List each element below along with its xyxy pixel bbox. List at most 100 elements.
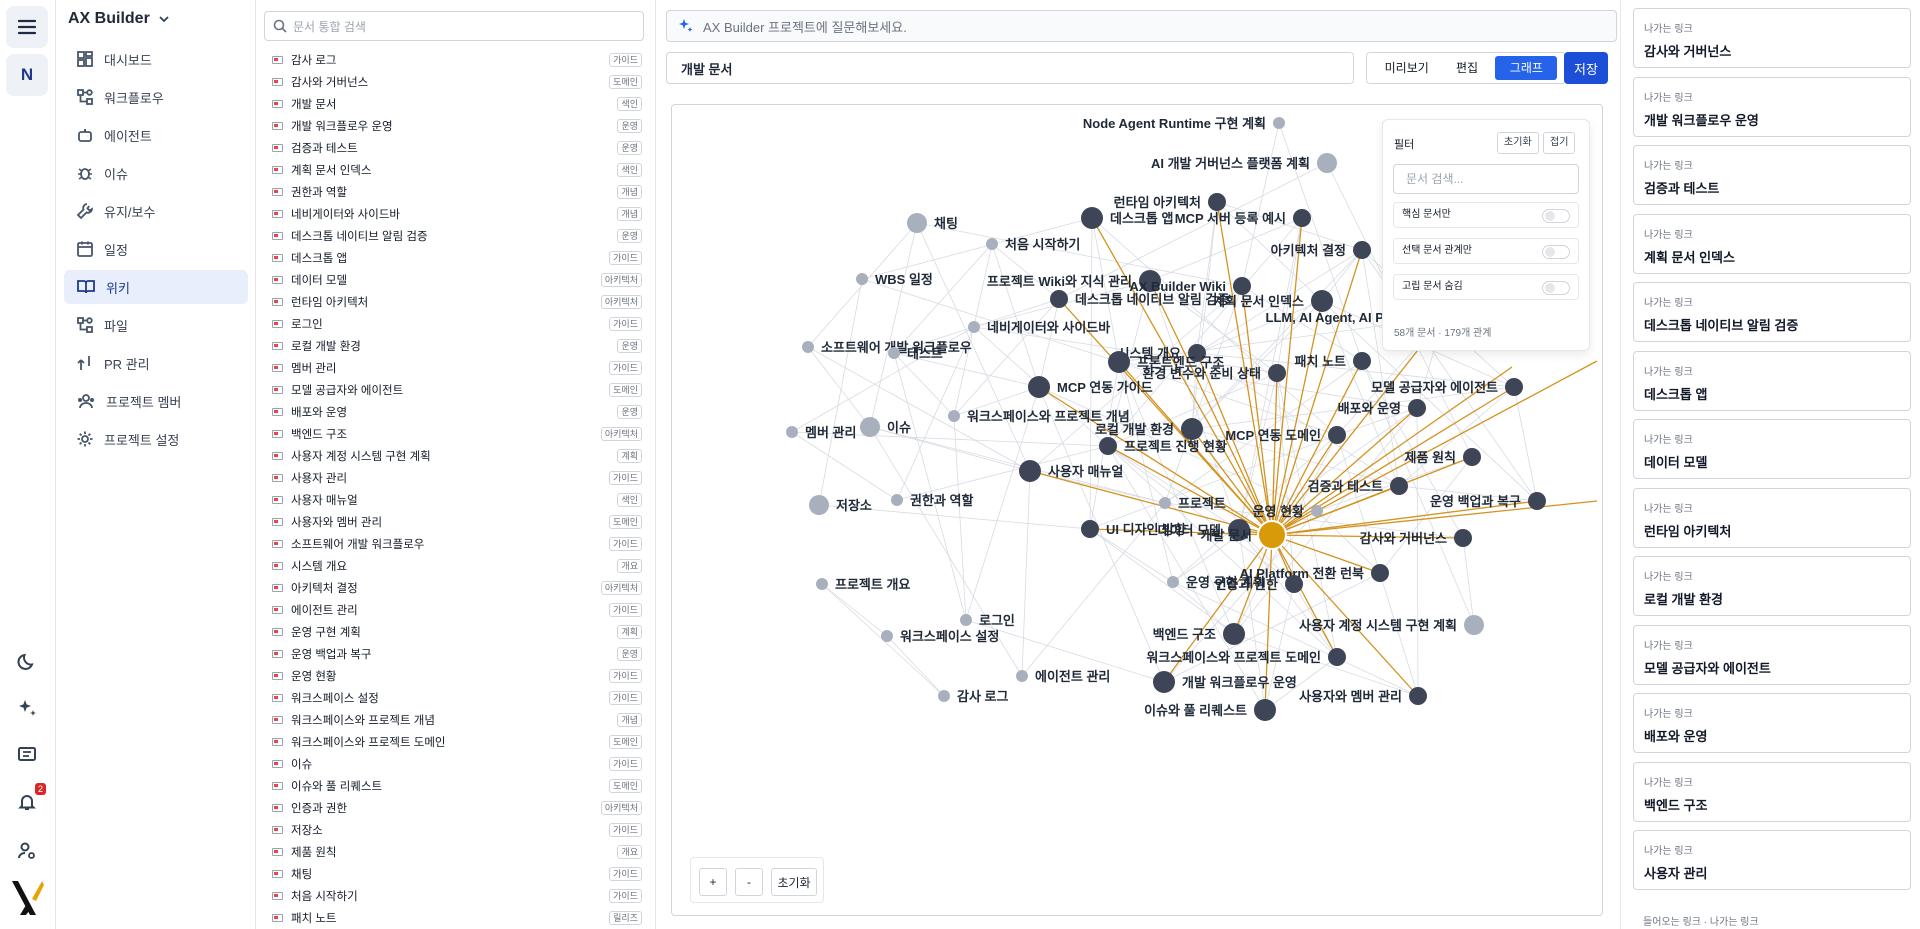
filter-selected-relations[interactable]: 선택 문서 관계만 [1393,238,1579,264]
doc-list-item[interactable]: 로그인 가이드 [256,313,652,335]
doc-list-item[interactable]: 운영 현황 가이드 [256,665,652,687]
zoom-reset-button[interactable]: 초기화 [771,868,817,896]
graph-node-dot[interactable] [1081,207,1103,229]
doc-list-item[interactable]: 사용자 매뉴얼 색인 [256,489,652,511]
sidebar-item-4[interactable]: 이슈 [64,156,248,190]
graph-node[interactable]: 사용자 계정 시스템 구현 계획 [1299,615,1484,635]
graph-node[interactable]: MCP 연동 도메인 [1225,426,1346,444]
graph-node[interactable]: 데스크톱 네이티브 알림 검증 [1050,290,1229,308]
outgoing-link-card[interactable]: 나가는 링크 모델 공급자와 에이전트 [1633,624,1911,685]
graph-node-dot[interactable] [948,410,960,422]
graph-node-dot[interactable] [1153,671,1175,693]
graph-node[interactable]: AI 개발 거버넌스 플랫폼 계획 [1151,153,1337,173]
sidebar-item-8[interactable]: 파일 [64,308,248,342]
filter-collapse-button[interactable]: 접기 [1543,132,1576,154]
graph-node-dot[interactable] [1208,193,1226,211]
graph-node[interactable]: 권한과 역할 [891,493,973,508]
doc-list-item[interactable]: 운영 백업과 복구 운영 [256,643,652,665]
graph-node-dot[interactable] [1463,448,1481,466]
doc-list-item[interactable]: 권한과 역할 개념 [256,181,652,203]
graph-node[interactable]: 데스크톱 앱 [1081,207,1173,229]
menu-icon[interactable] [6,6,48,48]
outgoing-link-card[interactable]: 나가는 링크 백엔드 구조 [1633,761,1911,822]
graph-center-dot[interactable] [1257,520,1287,550]
graph-node[interactable]: 저장소 [809,495,872,515]
graph-node[interactable]: 제품 원칙 [1405,448,1481,466]
graph-node[interactable]: WBS 일정 [856,272,933,287]
doc-list-item[interactable]: 사용자 관리 가이드 [256,467,652,489]
sidebar-item-11[interactable]: 프로젝트 설정 [64,422,248,456]
graph-node-dot[interactable] [1223,623,1245,645]
sidebar-item-7[interactable]: 위키 [64,270,248,304]
outgoing-link-card[interactable]: 나가는 링크 개발 워크플로우 운영 [1633,76,1911,137]
outgoing-link-card[interactable]: 나가는 링크 감사와 거버넌스 [1633,8,1911,68]
zoom-out-button[interactable]: - [735,868,763,896]
hide-isolated-toggle[interactable] [1542,281,1570,295]
user-settings-icon[interactable] [6,830,48,872]
outgoing-link-card[interactable]: 나가는 링크 계획 문서 인덱스 [1633,213,1911,274]
doc-list-item[interactable]: 검증과 테스트 운영 [256,137,652,159]
doc-list-item[interactable]: 인증과 권한 아키텍처 [256,797,652,819]
graph-node-dot[interactable] [1108,351,1130,373]
graph-node[interactable]: 계획 문서 인덱스 [1213,290,1333,312]
graph-node[interactable]: 프로젝트 개요 [816,577,910,592]
doc-list-item[interactable]: 에이전트 관리 가이드 [256,599,652,621]
doc-list-item[interactable]: 워크스페이스 설정 가이드 [256,687,652,709]
doc-list-item[interactable]: 백엔드 구조 아키텍처 [256,423,652,445]
filter-reset-button[interactable]: 초기화 [1497,132,1539,154]
graph-node-dot[interactable] [1505,378,1523,396]
doc-list-item[interactable]: 네비게이터와 사이드바 개념 [256,203,652,225]
graph-node-dot[interactable] [816,578,828,590]
graph-node-dot[interactable] [1409,687,1427,705]
graph-node[interactable]: 아키텍처 결정 [1271,241,1371,259]
graph-node[interactable]: Node Agent Runtime 구현 계획 [1083,116,1285,131]
ai-sparkle-icon[interactable] [6,687,48,729]
graph-node-dot[interactable] [1268,364,1286,382]
graph-node-dot[interactable] [1353,352,1371,370]
graph-node-dot[interactable] [1159,497,1171,509]
doc-search-input[interactable]: 문서 통합 검색 [264,11,644,41]
graph-node[interactable]: 인증과 권한 [1215,575,1303,593]
doc-list-item[interactable]: 데이터 모델 아키텍처 [256,269,652,291]
graph-node-dot[interactable] [1328,648,1346,666]
graph-node-dot[interactable] [1371,564,1389,582]
graph-node-dot[interactable] [1233,277,1251,295]
graph-node[interactable]: 이슈와 풀 리퀘스트 [1144,699,1276,721]
graph-node[interactable]: 이슈 [860,417,911,437]
doc-list-item[interactable]: 이슈 가이드 [256,753,652,775]
graph-node-dot[interactable] [907,213,927,233]
graph-node[interactable]: 워크스페이스 설정 [881,629,999,644]
doc-list-item[interactable]: 저장소 가이드 [256,819,652,841]
graph-node-dot[interactable] [1353,241,1371,259]
graph-node[interactable]: 채팅 [907,213,958,233]
graph-node-dot[interactable] [1273,117,1285,129]
graph-node[interactable]: 감사 로그 [938,689,1008,704]
sidebar-item-6[interactable]: 일정 [64,232,248,266]
doc-list-item[interactable]: 시스템 개요 개요 [256,555,652,577]
doc-list-item[interactable]: 감사와 거버넌스 도메인 [256,71,652,93]
graph-node[interactable]: 검증과 테스트 [1308,477,1408,495]
graph-node[interactable]: 로그인 [960,613,1015,628]
graph-node-dot[interactable] [881,630,893,642]
graph-node-dot[interactable] [786,426,798,438]
doc-list-item[interactable]: 처음 시작하기 가이드 [256,885,652,907]
graph-node-dot[interactable] [1454,529,1472,547]
graph-node[interactable]: 로컬 개발 환경 [1095,418,1203,440]
ask-ai-input[interactable]: AX Builder 프로젝트에 질문해보세요. [666,10,1617,42]
theme-toggle-icon[interactable] [6,641,48,683]
graph-node[interactable]: 배포와 운영 [1338,399,1426,417]
outgoing-link-card[interactable]: 나가는 링크 배포와 운영 [1633,693,1911,753]
sidebar-item-2[interactable]: 워크플로우 [64,80,248,114]
graph-node-dot[interactable] [968,321,980,333]
graph-node-dot[interactable] [960,614,972,626]
graph-node[interactable]: MCP 서버 등록 예시 [1175,209,1311,227]
doc-list-item[interactable]: 아키텍처 결정 아키텍처 [256,577,652,599]
graph-node[interactable]: 런타임 아키텍처 [1114,193,1226,211]
graph-node[interactable]: MCP 연동 가이드 [1028,376,1153,398]
core-only-toggle[interactable] [1542,209,1570,223]
doc-list-item[interactable]: 제품 원칙 개요 [256,841,652,863]
outgoing-link-card[interactable]: 나가는 링크 로컬 개발 환경 [1633,556,1911,616]
graph-node-dot[interactable] [1028,376,1050,398]
workspace-switcher[interactable]: AX Builder [68,10,170,28]
graph-node-dot[interactable] [1464,615,1484,635]
